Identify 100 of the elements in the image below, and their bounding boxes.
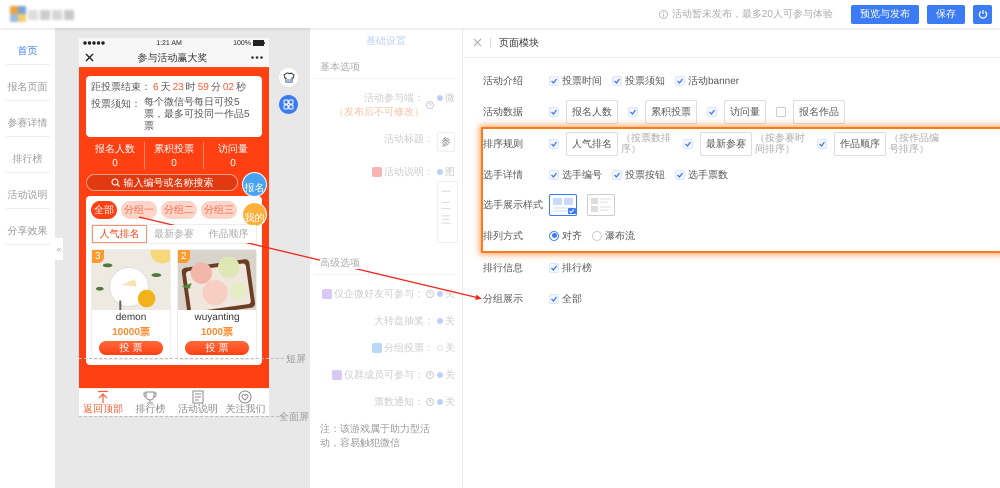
tab-bar-item[interactable]: 返回顶部 — [79, 389, 126, 416]
nav-item[interactable]: 报名页面 — [6, 74, 50, 101]
nav-item[interactable]: 分享效果 — [6, 218, 50, 245]
checkbox-label: 选手编号 — [562, 168, 602, 182]
checkbox-label: 投票按钮 — [625, 168, 665, 182]
save-button[interactable]: 保存 — [927, 4, 965, 24]
checkbox[interactable] — [683, 139, 693, 150]
radio-button[interactable] — [437, 372, 443, 378]
label-field[interactable]: 最新参赛 — [700, 132, 752, 156]
more-icon[interactable] — [251, 56, 263, 59]
signal-icon — [83, 41, 105, 45]
checkbox[interactable] — [707, 106, 717, 117]
search-placeholder: 输入编号或名称搜索 — [124, 176, 214, 190]
field-note: （发布后不可修改） — [334, 106, 424, 119]
radio-button[interactable] — [437, 95, 443, 101]
checkbox[interactable] — [628, 106, 638, 117]
tab-bar-item[interactable]: 活动说明 — [174, 389, 222, 416]
stat-value: 0 — [171, 158, 177, 169]
nav-item[interactable]: 排行榜 — [6, 146, 50, 173]
page-title: 参与活动赢大奖 — [138, 52, 208, 64]
info-icon — [658, 10, 668, 18]
label-field[interactable]: 作品顺序 — [834, 132, 886, 156]
radio-button[interactable] — [437, 318, 443, 324]
nav-item[interactable]: 活动说明 — [6, 182, 50, 209]
label-field[interactable]: 报名作品 — [793, 100, 845, 124]
row-label: 活动介绍 — [483, 75, 524, 88]
stat-label: 访问量 — [218, 142, 248, 156]
checkbox[interactable] — [776, 106, 786, 117]
checkbox[interactable] — [549, 139, 559, 150]
countdown-number: 59 — [198, 82, 209, 93]
countdown-number: 02 — [222, 82, 234, 93]
stat-value: 0 — [230, 158, 236, 169]
sort-tab[interactable]: 人气排名 — [92, 225, 147, 243]
collapse-handle[interactable]: « — [55, 238, 63, 260]
title-field[interactable]: 参 — [437, 132, 455, 152]
sort-tab[interactable]: 最新参赛 — [146, 225, 202, 243]
stat-label: 报名人数 — [95, 142, 135, 156]
notice-label: 投票须知： — [91, 98, 141, 112]
group-chip[interactable]: 分组三 — [201, 201, 237, 219]
hint-text: （按作品编号排序） — [889, 133, 940, 156]
group-chip[interactable]: 分组一 — [121, 201, 157, 219]
checkbox[interactable] — [612, 170, 622, 180]
radio-button[interactable] — [437, 169, 443, 175]
label-field[interactable]: 报名人数 — [566, 100, 618, 124]
close-icon[interactable] — [85, 53, 94, 62]
tab-bar-item[interactable]: 关注我们 — [222, 389, 269, 416]
checkbox[interactable] — [549, 263, 559, 274]
checkbox[interactable] — [549, 106, 559, 117]
checkbox[interactable] — [675, 170, 685, 180]
checkbox[interactable] — [549, 76, 559, 86]
modules-button[interactable] — [279, 95, 298, 114]
checkbox-label: 全部 — [562, 292, 582, 306]
row-label: 选手详情 — [483, 168, 524, 182]
countdown-label: 距投票结束： — [91, 80, 151, 94]
radio-button[interactable] — [437, 291, 443, 297]
nav-item[interactable]: 参赛详情 — [6, 110, 50, 137]
row-label: 选手展示样式 — [483, 198, 544, 212]
sort-tab[interactable]: 作品顺序 — [201, 225, 256, 243]
label-field[interactable]: 访问量 — [724, 100, 766, 124]
row-label: 活动数据 — [483, 106, 524, 119]
vote-count: 10000票 — [112, 326, 150, 339]
label-field[interactable]: 人气排名 — [566, 132, 618, 156]
drawer-title: 页面模块 — [499, 36, 539, 50]
checkbox[interactable] — [817, 139, 827, 150]
radio-button[interactable] — [437, 399, 443, 405]
label-field[interactable]: 累积投票 — [645, 100, 697, 124]
tab-bar-item[interactable]: 排行榜 — [126, 389, 174, 416]
radio-button[interactable] — [592, 230, 602, 241]
countdown-unit: 天 — [160, 81, 171, 94]
checkbox-label: 排行榜 — [562, 262, 592, 276]
vote-button[interactable]: 投 票 — [185, 341, 249, 355]
battery-icon — [253, 40, 265, 46]
countdown-unit: 分 — [210, 81, 221, 94]
document-icon — [190, 390, 205, 404]
power-button[interactable] — [973, 4, 992, 24]
checkbox[interactable] — [675, 76, 685, 86]
arrow-up-icon — [96, 390, 110, 404]
footnote: 注：该游戏属于助力型活动，容易触犯微信 — [319, 422, 431, 450]
theme-button[interactable] — [279, 68, 298, 87]
checkbox[interactable] — [612, 76, 622, 86]
nav-item[interactable]: 首页 — [6, 38, 50, 65]
checkbox-label: 选手票数 — [688, 168, 728, 182]
countdown-unit: 时 — [186, 80, 196, 94]
checkbox[interactable] — [549, 294, 559, 304]
search-field[interactable]: 输入编号或名称搜索 — [86, 174, 238, 191]
radio-button[interactable] — [549, 230, 559, 241]
group-chip[interactable]: 分组二 — [161, 201, 197, 219]
notice-text: 活动暂未发布，最多20人可参与体验 — [672, 8, 833, 21]
preview-publish-button[interactable]: 预览与发布 — [851, 4, 919, 24]
radio-label: 对齐 — [562, 230, 582, 243]
search-icon — [110, 178, 120, 187]
group-chip[interactable]: 全部 — [91, 201, 117, 219]
checkbox[interactable] — [549, 170, 559, 180]
radio-label: 瀑布流 — [605, 230, 635, 243]
vote-count: 1000票 — [200, 326, 234, 339]
countdown-unit: 秒 — [236, 80, 246, 94]
grid-layout-option[interactable] — [549, 194, 577, 216]
vote-button[interactable]: 投 票 — [99, 341, 163, 355]
hint-text: （按参赛时间排序） — [755, 133, 806, 156]
section-title: 基本选项 — [320, 62, 360, 73]
